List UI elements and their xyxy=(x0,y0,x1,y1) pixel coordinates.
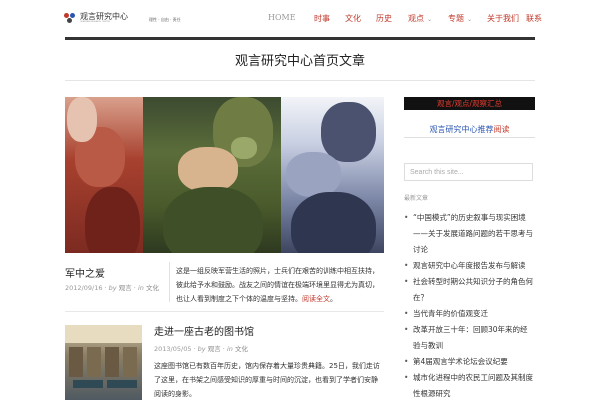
post-title[interactable]: 走进一座古老的图书馆 xyxy=(154,323,254,338)
nav-item-topics[interactable]: 专题 ⌄ xyxy=(448,13,472,24)
title-divider xyxy=(65,80,535,81)
list-item[interactable]: 当代青年的价值观变迁 xyxy=(404,306,535,322)
image-panel-blue xyxy=(281,97,384,253)
post-category[interactable]: 文化 xyxy=(146,284,159,292)
nav-item-history[interactable]: 历史 xyxy=(376,13,392,24)
nav-item-culture[interactable]: 文化 xyxy=(345,13,361,24)
logo-subtitle: GUANYAN RESEARCH CENTER xyxy=(80,21,110,23)
nav-item-contact[interactable]: 联系 xyxy=(526,13,542,24)
sidebar-banner[interactable]: 观言/观点/观察汇总 xyxy=(404,97,535,110)
list-item[interactable]: 第4届观言学术论坛会议纪要 xyxy=(404,354,535,370)
list-item[interactable]: 城市化进程中的农民工问题及其制度性根源研究 xyxy=(404,370,535,402)
list-item[interactable]: 改革开放三十年：回顾30年来的经验与教训 xyxy=(404,322,535,354)
recent-posts-heading: 最新文章 xyxy=(404,195,429,202)
sidebar-featured-link[interactable]: 观言研究中心推荐阅读 xyxy=(404,124,535,135)
featured-image[interactable] xyxy=(65,97,384,253)
image-panel-red xyxy=(65,97,143,253)
list-item[interactable]: 社会转型时期公共知识分子的角色何在？ xyxy=(404,274,535,306)
post-author[interactable]: 观言 xyxy=(208,345,221,353)
search-input[interactable]: Search this site... xyxy=(404,163,533,181)
post-separator xyxy=(65,311,384,312)
post-date: 2013/05/05 xyxy=(154,345,192,353)
chevron-down-icon: ⌄ xyxy=(467,16,473,23)
site-logo[interactable]: 观言研究中心 GUANYAN RESEARCH CENTER xyxy=(64,12,128,24)
post-excerpt: 这座图书馆已有数百年历史，馆内保存着大量珍贵典籍。25日，我们走访了这里，在书架… xyxy=(154,362,380,398)
post-author[interactable]: 观言 xyxy=(119,284,132,292)
nav-item-home[interactable]: HOME xyxy=(268,13,296,22)
site-header: 观言研究中心 GUANYAN RESEARCH CENTER 理性 · 自由 ·… xyxy=(0,0,600,38)
post-date: 2012/09/16 xyxy=(65,284,103,292)
read-more-link[interactable]: 阅读全文 xyxy=(302,295,330,303)
post-divider xyxy=(169,262,170,302)
image-panel-green xyxy=(143,97,281,253)
header-divider xyxy=(65,37,535,40)
nav-item-opinion[interactable]: 观点 ⌄ xyxy=(408,13,432,24)
post-thumbnail[interactable] xyxy=(65,325,142,400)
chevron-down-icon: ⌄ xyxy=(427,16,433,23)
post-excerpt: 这是一组反映军营生活的照片，士兵们在艰苦的训练中相互扶持，彼此给予水和鼓励。战友… xyxy=(176,267,379,303)
nav-item-news[interactable]: 时事 xyxy=(314,13,330,24)
post-meta: 2012/09/16 · by 观言 · in 文化 xyxy=(65,284,159,292)
post-title[interactable]: 军中之爱 xyxy=(65,265,105,280)
list-item[interactable]: 观言研究中心年度报告发布与解读 xyxy=(404,258,535,274)
logo-title: 观言研究中心 xyxy=(80,12,128,21)
list-item[interactable]: “中国模式”的历史叙事与现实困境——关于发展道路问题的若干思考与讨论 xyxy=(404,210,535,258)
post-category[interactable]: 文化 xyxy=(235,345,248,353)
nav-item-about[interactable]: 关于我们 xyxy=(487,13,519,24)
logo-icon xyxy=(64,12,76,24)
site-tagline: 理性 · 自由 · 责任 xyxy=(149,17,181,22)
page-title: 观言研究中心首页文章 xyxy=(234,54,365,69)
recent-posts-list: “中国模式”的历史叙事与现实困境——关于发展道路问题的若干思考与讨论 观言研究中… xyxy=(404,210,535,402)
post-meta: 2013/05/05 · by 观言 · in 文化 xyxy=(154,345,248,353)
sidebar-divider xyxy=(404,137,535,138)
